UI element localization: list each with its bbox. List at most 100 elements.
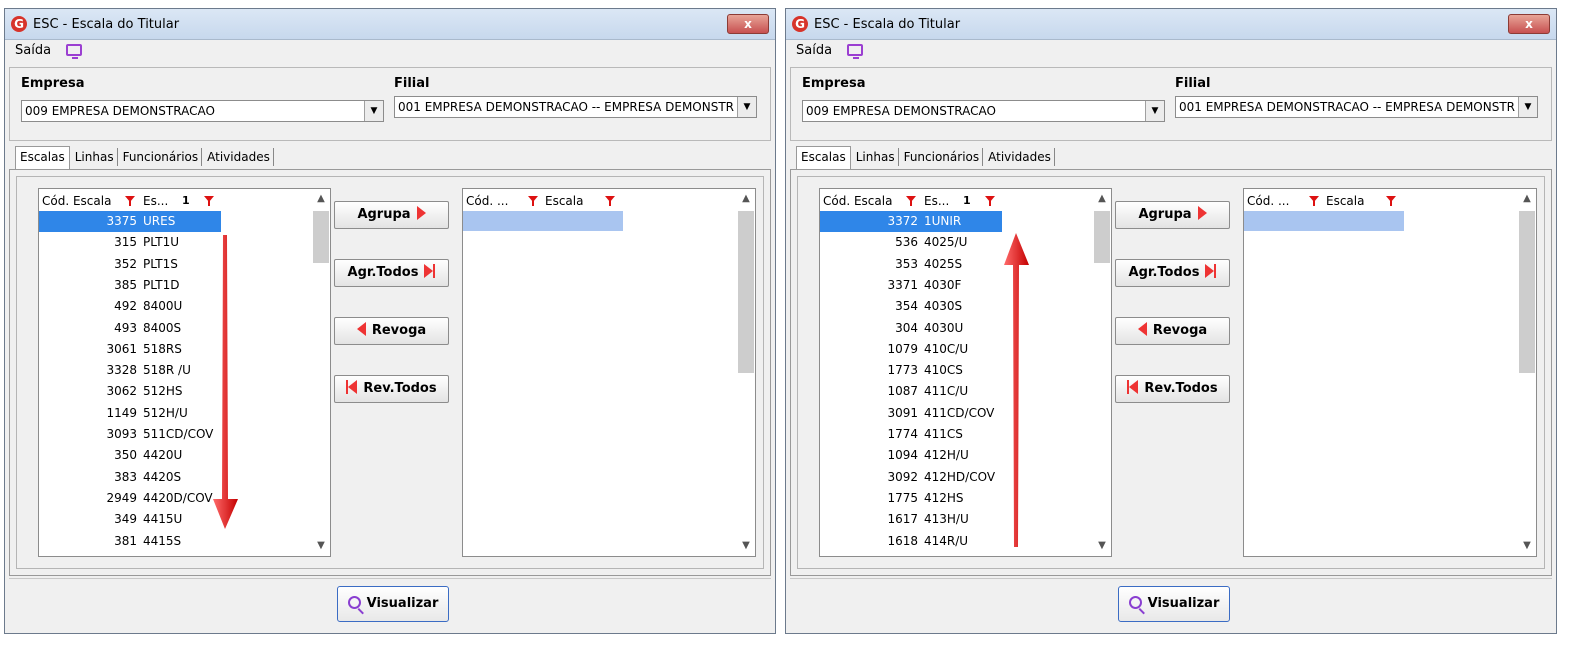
agrupa-button[interactable]: Agrupa — [1115, 201, 1230, 229]
table-row[interactable]: 1079 410C/U — [820, 339, 1002, 360]
selected-escalas-grid[interactable]: Cód. ... Escala ▲ ▼ — [1243, 188, 1537, 557]
table-row[interactable]: 315 PLT1U — [39, 232, 221, 253]
available-escalas-grid[interactable]: Cód. Escala Es... 1 3375 URES 315 PLT1U 352 PLT1… — [38, 188, 331, 557]
table-row[interactable]: 3371 4030F — [820, 275, 1002, 296]
rev-todos-button[interactable]: Rev.Todos — [1115, 375, 1230, 403]
scroll-up-icon[interactable]: ▲ — [1518, 191, 1536, 207]
agr-todos-button[interactable]: Agr.Todos — [1115, 259, 1230, 287]
table-row[interactable]: 383 4420S — [39, 467, 221, 488]
scroll-down-icon[interactable]: ▼ — [1093, 538, 1111, 554]
vertical-scrollbar[interactable]: ▲ ▼ — [1093, 189, 1111, 556]
scroll-thumb[interactable] — [1519, 211, 1535, 373]
filter-icon[interactable] — [204, 196, 214, 206]
table-row[interactable]: 3375 URES — [39, 211, 221, 232]
col-escala[interactable]: Escala — [1326, 194, 1364, 208]
chevron-down-icon[interactable]: ▼ — [1518, 97, 1537, 117]
revoga-button[interactable]: Revoga — [1115, 317, 1230, 345]
empresa-select[interactable]: 009 EMPRESA DEMONSTRACAO ▼ — [21, 100, 384, 122]
table-row[interactable]: 3328 518R /U — [39, 360, 221, 381]
filter-icon[interactable] — [125, 196, 135, 206]
filter-icon[interactable] — [1386, 196, 1396, 206]
table-row[interactable]: 3093 511CD/COV — [39, 424, 221, 445]
tab-atividades[interactable]: Atividades — [985, 148, 1055, 166]
col-cod-escala[interactable]: Cód. Escala — [823, 194, 892, 208]
selected-row[interactable] — [1244, 211, 1404, 231]
filter-icon[interactable] — [1309, 196, 1319, 206]
scroll-down-icon[interactable]: ▼ — [737, 538, 755, 554]
visualizar-button[interactable]: Visualizar — [337, 586, 449, 622]
table-row[interactable]: 349 4415U — [39, 509, 221, 530]
col-cod[interactable]: Cód. ... — [466, 194, 508, 208]
vertical-scrollbar[interactable]: ▲ ▼ — [737, 189, 755, 556]
table-row[interactable]: 1094 412H/U — [820, 445, 1002, 466]
table-row[interactable]: 3062 512HS — [39, 381, 221, 402]
scroll-down-icon[interactable]: ▼ — [1518, 538, 1536, 554]
col-cod-escala[interactable]: Cód. Escala — [42, 194, 111, 208]
tab-escalas[interactable]: Escalas — [15, 146, 70, 169]
filial-select[interactable]: 001 EMPRESA DEMONSTRACAO -- EMPRESA DEMO… — [394, 96, 757, 118]
vertical-scrollbar[interactable]: ▲ ▼ — [1518, 189, 1536, 556]
table-row[interactable]: 2949 4420D/COV — [39, 488, 221, 509]
table-row[interactable]: 1087 411C/U — [820, 381, 1002, 402]
table-row[interactable]: 1773 410CS — [820, 360, 1002, 381]
table-row[interactable]: 3372 1UNIR — [820, 211, 1002, 232]
table-row[interactable]: 1774 411CS — [820, 424, 1002, 445]
table-row[interactable]: 3092 412HD/COV — [820, 467, 1002, 488]
monitor-icon[interactable] — [66, 44, 82, 59]
table-row[interactable]: 3091 411CD/COV — [820, 403, 1002, 424]
filter-icon[interactable] — [985, 196, 995, 206]
col-escala[interactable]: Es... — [924, 194, 949, 208]
table-row[interactable]: 352 PLT1S — [39, 254, 221, 275]
table-row[interactable]: 304 4030U — [820, 318, 1002, 339]
menu-item-saida[interactable]: Saída — [796, 43, 832, 58]
available-escalas-grid[interactable]: Cód. Escala Es... 1 3372 1UNIR 536 4025/U 353 40… — [819, 188, 1112, 557]
table-row[interactable]: 385 PLT1D — [39, 275, 221, 296]
scroll-thumb[interactable] — [738, 211, 754, 373]
scroll-up-icon[interactable]: ▲ — [737, 191, 755, 207]
visualizar-button[interactable]: Visualizar — [1118, 586, 1230, 622]
table-row[interactable]: 492 8400U — [39, 296, 221, 317]
filter-icon[interactable] — [906, 196, 916, 206]
empresa-select[interactable]: 009 EMPRESA DEMONSTRACAO ▼ — [802, 100, 1165, 122]
tab-linhas[interactable]: Linhas — [853, 148, 899, 166]
filial-select[interactable]: 001 EMPRESA DEMONSTRACAO -- EMPRESA DEMO… — [1175, 96, 1538, 118]
table-row[interactable]: 1618 414R/U — [820, 531, 1002, 552]
scroll-thumb[interactable] — [313, 211, 329, 263]
col-escala[interactable]: Es... — [143, 194, 168, 208]
table-row[interactable]: 381 4415S — [39, 531, 221, 552]
table-row[interactable]: 1775 412HS — [820, 488, 1002, 509]
tab-escalas[interactable]: Escalas — [796, 146, 851, 169]
scroll-down-icon[interactable]: ▼ — [312, 538, 330, 554]
table-row[interactable]: 536 4025/U — [820, 232, 1002, 253]
scroll-up-icon[interactable]: ▲ — [312, 191, 330, 207]
tab-funcionarios[interactable]: Funcionários — [120, 148, 203, 166]
filter-icon[interactable] — [605, 196, 615, 206]
chevron-down-icon[interactable]: ▼ — [364, 101, 383, 121]
selected-row[interactable] — [463, 211, 623, 231]
menu-item-saida[interactable]: Saída — [15, 43, 51, 58]
revoga-button[interactable]: Revoga — [334, 317, 449, 345]
scroll-thumb[interactable] — [1094, 211, 1110, 263]
table-row[interactable]: 1617 413H/U — [820, 509, 1002, 530]
chevron-down-icon[interactable]: ▼ — [1145, 101, 1164, 121]
col-cod[interactable]: Cód. ... — [1247, 194, 1289, 208]
scroll-up-icon[interactable]: ▲ — [1093, 191, 1111, 207]
agrupa-button[interactable]: Agrupa — [334, 201, 449, 229]
table-row[interactable]: 353 4025S — [820, 254, 1002, 275]
filter-icon[interactable] — [528, 196, 538, 206]
tab-atividades[interactable]: Atividades — [204, 148, 274, 166]
tab-funcionarios[interactable]: Funcionários — [901, 148, 984, 166]
vertical-scrollbar[interactable]: ▲ ▼ — [312, 189, 330, 556]
table-row[interactable]: 3061 518RS — [39, 339, 221, 360]
table-row[interactable]: 493 8400S — [39, 318, 221, 339]
table-row[interactable]: 354 4030S — [820, 296, 1002, 317]
col-escala[interactable]: Escala — [545, 194, 583, 208]
monitor-icon[interactable] — [847, 44, 863, 59]
chevron-down-icon[interactable]: ▼ — [737, 97, 756, 117]
table-row[interactable]: 350 4420U — [39, 445, 221, 466]
selected-escalas-grid[interactable]: Cód. ... Escala ▲ ▼ — [462, 188, 756, 557]
table-row[interactable]: 1149 512H/U — [39, 403, 221, 424]
close-button[interactable]: x — [1508, 14, 1550, 34]
rev-todos-button[interactable]: Rev.Todos — [334, 375, 449, 403]
close-button[interactable]: x — [727, 14, 769, 34]
